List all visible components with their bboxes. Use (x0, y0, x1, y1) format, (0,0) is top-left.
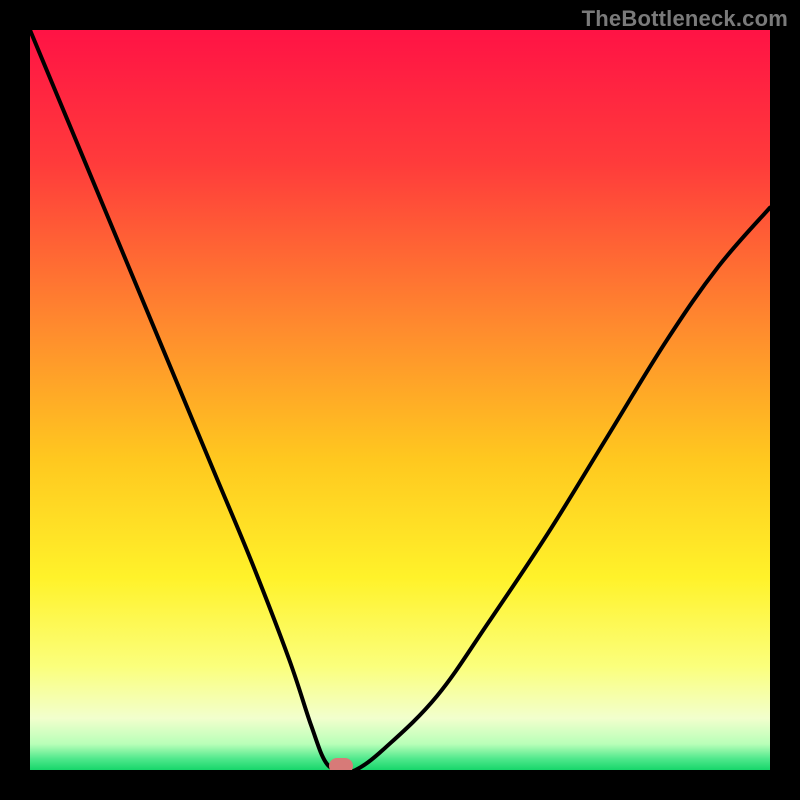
background-gradient (30, 30, 770, 770)
chart-frame: TheBottleneck.com (0, 0, 800, 800)
plot-area (30, 30, 770, 770)
watermark-text: TheBottleneck.com (582, 6, 788, 32)
optimum-marker (329, 758, 353, 770)
